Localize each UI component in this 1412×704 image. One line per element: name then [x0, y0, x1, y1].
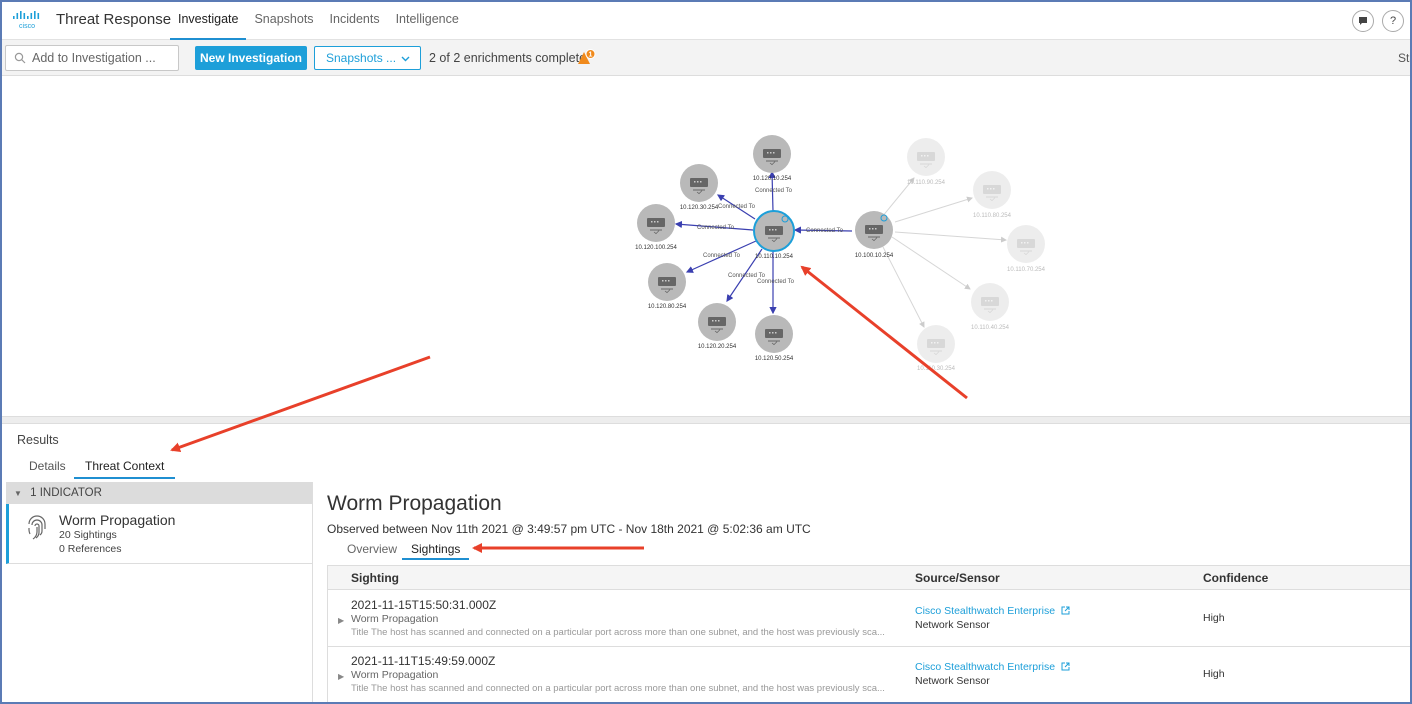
external-link-icon	[1061, 606, 1070, 615]
enrichment-status: 2 of 2 enrichments complete	[429, 51, 587, 65]
node-label: 10.120.30.254	[680, 205, 719, 211]
expand-caret-icon[interactable]: ▶	[338, 672, 344, 681]
node-label: 10.100.10.254	[855, 253, 894, 259]
nav-tab-snapshots[interactable]: Snapshots	[246, 2, 321, 40]
top-bar: cisco Threat Response Investigate Snapsh…	[2, 2, 1410, 40]
graph-nodes	[637, 135, 893, 353]
indicator-group-header[interactable]: ▼ 1 INDICATOR	[6, 482, 312, 504]
app-window: cisco Threat Response Investigate Snapsh…	[0, 0, 1412, 704]
confidence-value: High	[1203, 668, 1225, 680]
results-heading: Results	[17, 433, 59, 447]
fingerprint-icon	[28, 515, 46, 540]
node-hub[interactable]	[855, 211, 893, 249]
node-10-120-100-254[interactable]	[637, 204, 675, 242]
node-label: 10.110.40.254	[971, 325, 1010, 331]
indicator-item[interactable]: Worm Propagation 20 Sightings 0 Referenc…	[6, 504, 312, 564]
node-label: 10.110.90.254	[907, 180, 946, 186]
edge-label: Connected To	[718, 204, 756, 210]
table-row[interactable]: 2021-11-11T15:49:59.000Z ▶ Worm Propagat…	[328, 647, 1410, 702]
pane-divider	[312, 482, 313, 702]
node-label: 10.120.80.254	[648, 304, 687, 310]
observed-range: Observed between Nov 11th 2021 @ 3:49:57…	[327, 522, 811, 536]
graph-canvas: Connected To Connected To Connected To C…	[635, 135, 1046, 372]
investigation-toolbar: New Investigation Snapshots ... 2 of 2 e…	[2, 40, 1410, 76]
caret-down-icon: ▼	[14, 489, 22, 498]
chat-button[interactable]	[1352, 10, 1374, 32]
sighting-name: Worm Propagation	[351, 669, 439, 681]
search-icon	[14, 52, 26, 64]
sightings-table: Sighting Source/Sensor Confidence 2021-1…	[327, 565, 1410, 702]
source-name: Cisco Stealthwatch Enterprise	[915, 605, 1056, 617]
node-label: 10.110.80.254	[973, 213, 1012, 219]
source-link[interactable]: Cisco Stealthwatch Enterprise	[915, 661, 1070, 673]
source-link[interactable]: Cisco Stealthwatch Enterprise	[915, 605, 1070, 617]
node-10-120-80-254[interactable]	[648, 263, 686, 301]
app-title: Threat Response	[56, 11, 172, 28]
tab-threat-context[interactable]: Threat Context	[74, 459, 176, 479]
tab-details[interactable]: Details	[29, 459, 66, 479]
node-label: 10.110.30.254	[917, 366, 956, 372]
edge-label: Connected To	[703, 253, 741, 259]
node-label: 10.120.10.254	[753, 176, 792, 182]
tab-sightings[interactable]: Sightings	[402, 542, 470, 560]
help-button[interactable]: ?	[1382, 10, 1404, 32]
node-10-120-50-254[interactable]	[755, 315, 793, 353]
warning-count: 1	[589, 52, 593, 59]
new-investigation-button[interactable]: New Investigation	[195, 46, 307, 70]
node-label: 10.120.20.254	[698, 344, 737, 350]
sensor-type: Network Sensor	[915, 619, 990, 631]
sensor-type: Network Sensor	[915, 675, 990, 687]
chat-bubble-icon	[1359, 17, 1367, 25]
nav-tab-intelligence[interactable]: Intelligence	[388, 2, 467, 40]
node-10-120-30-254[interactable]	[680, 164, 718, 202]
panel-resizer[interactable]	[2, 416, 1410, 424]
node-label: 10.110.70.254	[1007, 267, 1046, 273]
indicator-references: 0 References	[59, 543, 122, 555]
sighting-timestamp: 2021-11-11T15:49:59.000Z	[351, 654, 496, 668]
add-to-investigation-field[interactable]	[5, 45, 179, 71]
node-label: 10.120.100.254	[635, 245, 677, 251]
node-10-120-20-254[interactable]	[698, 303, 736, 341]
source-name: Cisco Stealthwatch Enterprise	[915, 661, 1056, 673]
nav-tab-investigate[interactable]: Investigate	[170, 2, 247, 40]
indicator-title: Worm Propagation	[59, 512, 176, 528]
truncated-right-label: Sta	[1398, 51, 1410, 65]
nav-tab-incidents[interactable]: Incidents	[322, 2, 388, 40]
sighting-description: Title The host has scanned and connected…	[351, 627, 885, 638]
node-center-selected[interactable]	[753, 210, 795, 252]
edge-label: Connected To	[755, 188, 793, 194]
snapshots-dropdown[interactable]: Snapshots ...	[314, 46, 421, 70]
column-source-sensor[interactable]: Source/Sensor	[915, 571, 1000, 585]
column-sighting[interactable]: Sighting	[351, 571, 399, 585]
cisco-logo: cisco	[13, 11, 40, 30]
confidence-value: High	[1203, 612, 1225, 624]
table-header: Sighting Source/Sensor Confidence	[328, 566, 1410, 590]
warning-icon[interactable]: 1	[576, 49, 596, 65]
edge-label: Connected To	[757, 279, 795, 285]
external-link-icon	[1061, 662, 1070, 671]
snapshots-label: Snapshots ...	[326, 51, 397, 65]
indicator-count: 1 INDICATOR	[30, 487, 102, 499]
table-row[interactable]: 2021-11-15T15:50:31.000Z ▶ Worm Propagat…	[328, 591, 1410, 647]
sighting-name: Worm Propagation	[351, 613, 439, 625]
edge-label: Connected To	[697, 225, 735, 231]
indicator-sightings: 20 Sightings	[59, 529, 117, 541]
node-label: 10.120.50.254	[755, 356, 794, 362]
column-confidence[interactable]: Confidence	[1203, 571, 1268, 585]
detail-title: Worm Propagation	[327, 492, 502, 515]
sighting-timestamp: 2021-11-15T15:50:31.000Z	[351, 598, 497, 612]
logo-text: cisco	[19, 23, 35, 30]
investigation-graph[interactable]: Connected To Connected To Connected To C…	[2, 77, 1410, 417]
search-input[interactable]	[32, 49, 176, 67]
node-label: 10.110.10.254	[755, 254, 794, 260]
chevron-down-icon	[401, 47, 410, 69]
node-10-120-10-254[interactable]	[753, 135, 791, 173]
sighting-description: Title The host has scanned and connected…	[351, 683, 885, 694]
main-nav: Investigate Snapshots Incidents Intellig…	[170, 2, 467, 40]
edge-label: Connected To	[806, 228, 844, 234]
tab-overview[interactable]: Overview	[347, 542, 397, 560]
expand-caret-icon[interactable]: ▶	[338, 616, 344, 625]
